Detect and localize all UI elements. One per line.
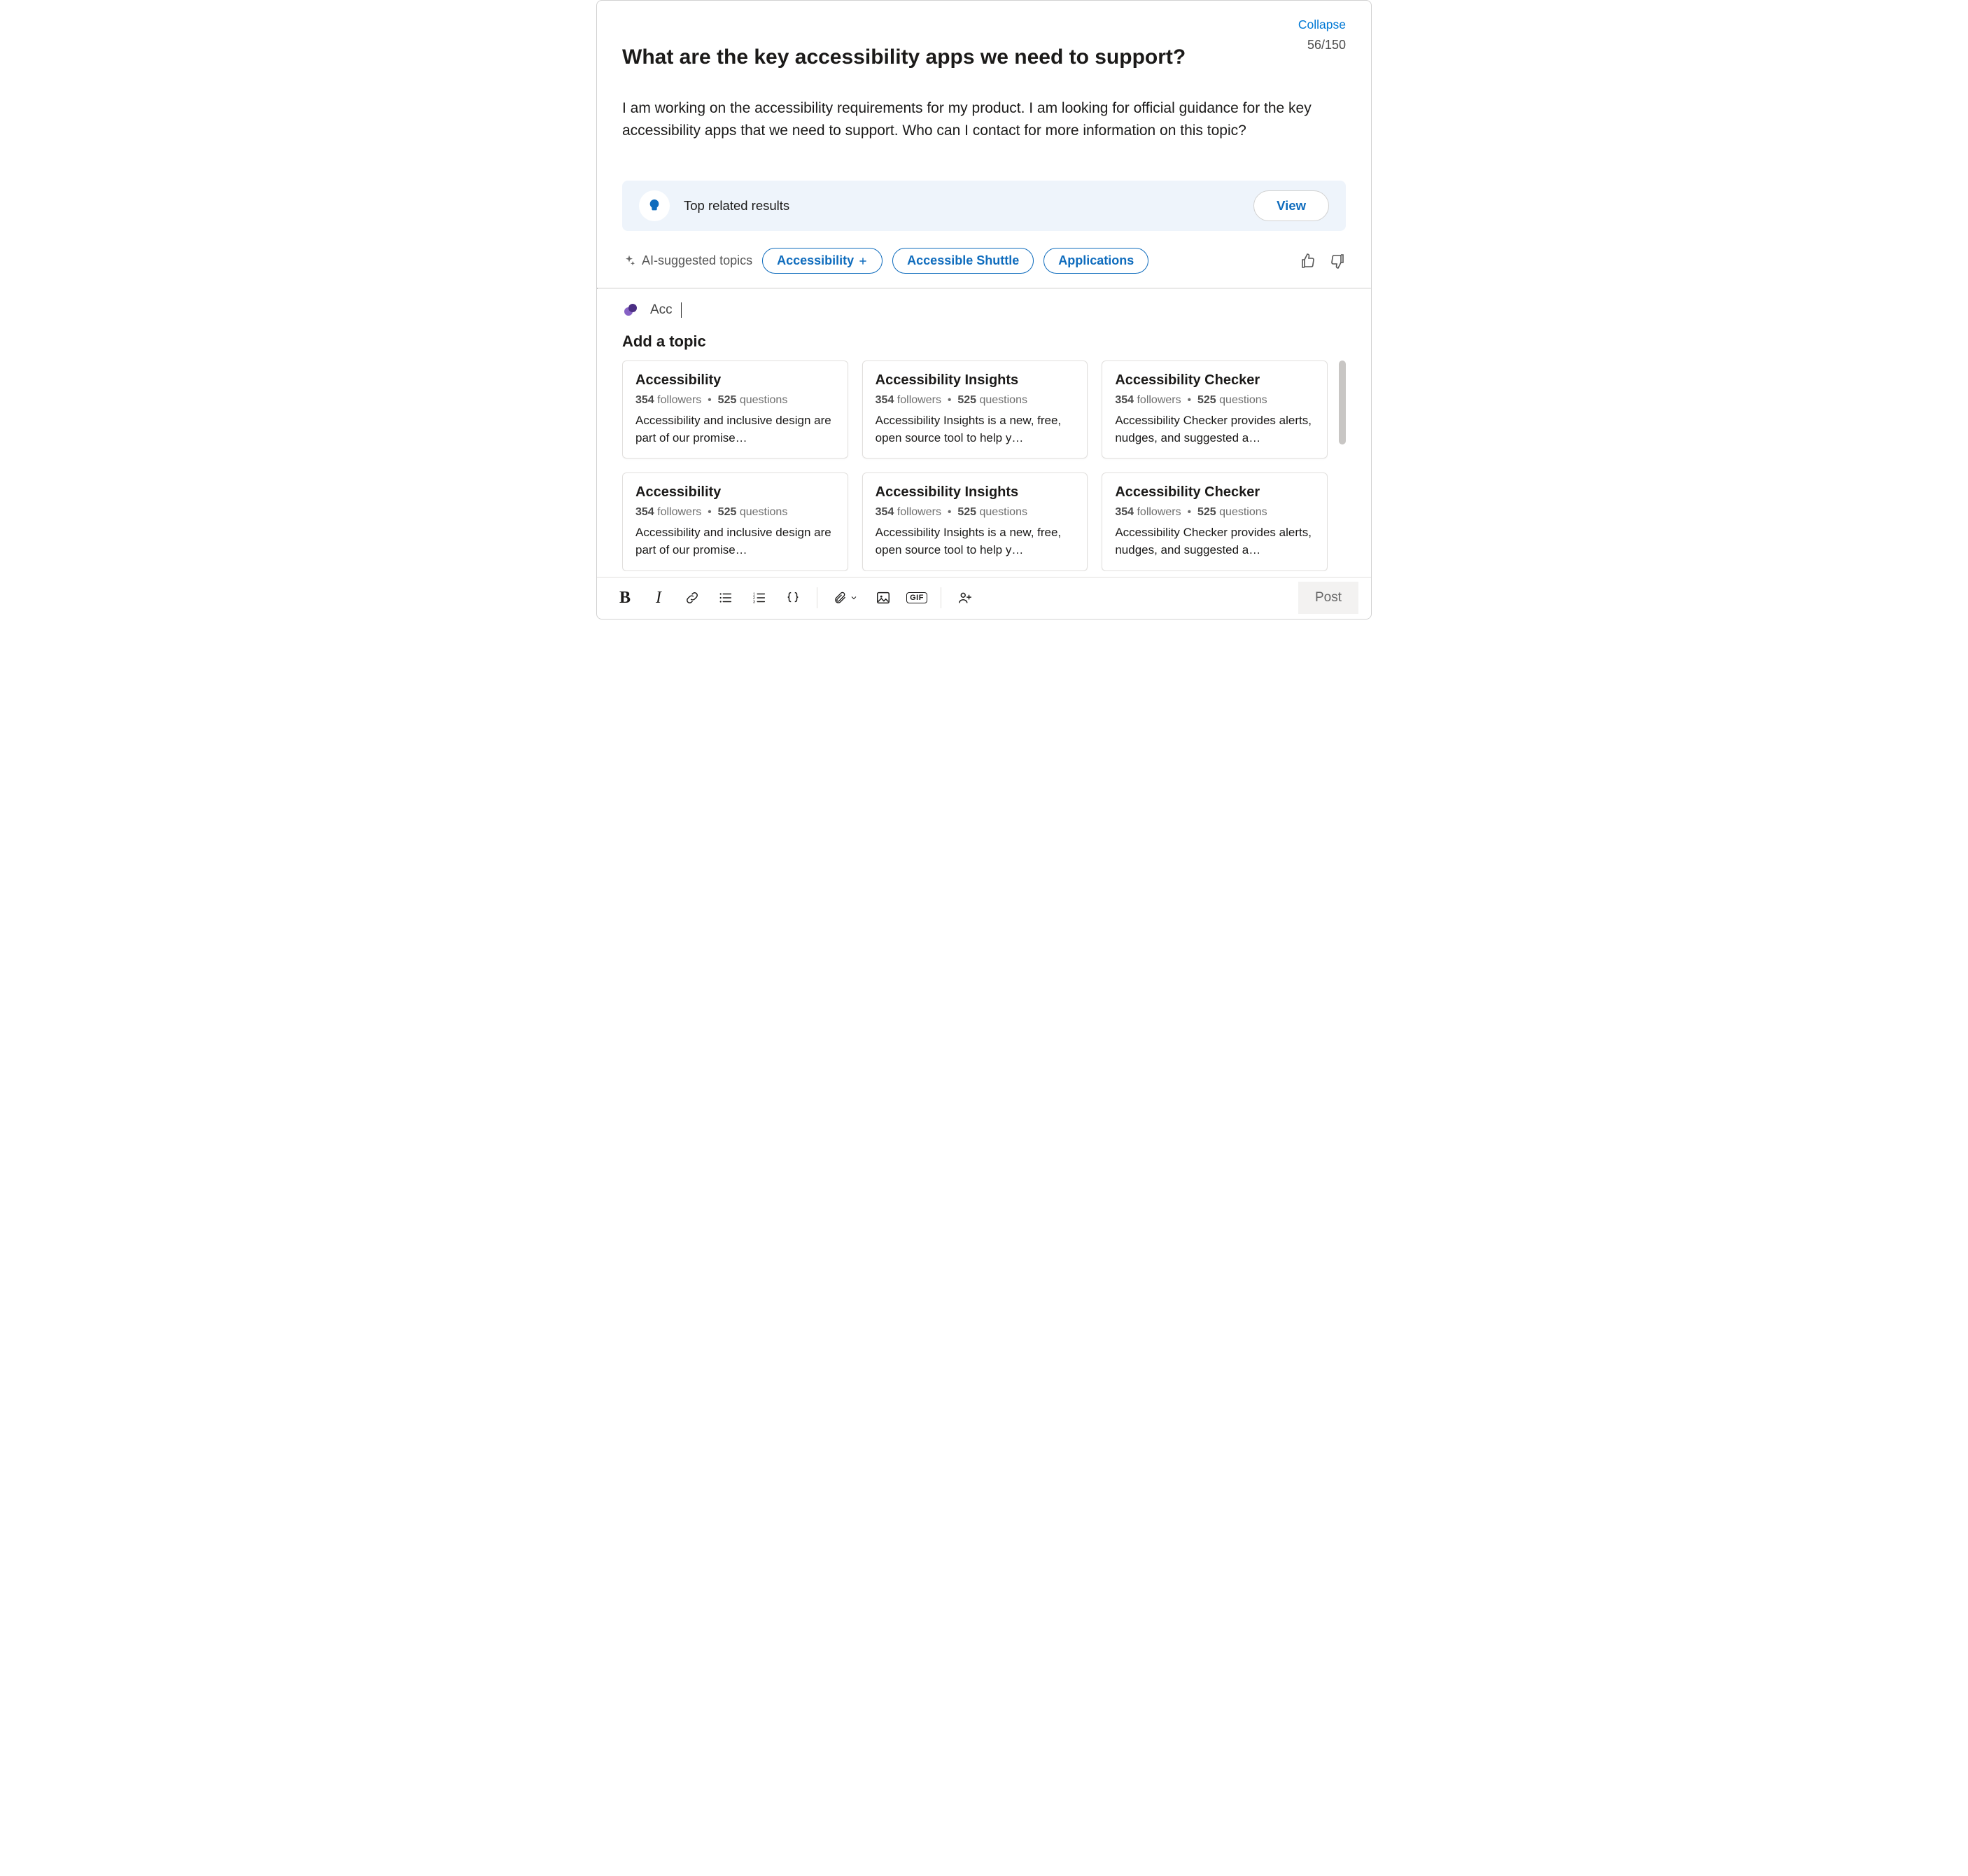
topic-card-meta: 354 followers • 525 questions: [635, 506, 835, 519]
lightbulb-icon: [639, 190, 670, 221]
code-button[interactable]: [778, 582, 808, 613]
link-icon: [684, 590, 700, 606]
header-area: Collapse 56/150 What are the key accessi…: [597, 1, 1371, 288]
paperclip-icon: [833, 591, 847, 605]
chevron-down-icon: [850, 594, 858, 602]
vertical-scrollbar[interactable]: [1336, 360, 1346, 571]
topic-card[interactable]: Accessibility Insights 354 followers • 52…: [862, 360, 1088, 458]
topic-card-description: Accessibility Checker provides alerts, n…: [1115, 412, 1314, 447]
italic-button[interactable]: I: [643, 582, 674, 613]
svg-text:3: 3: [753, 600, 755, 604]
topic-card-description: Accessibility Insights is a new, free, o…: [876, 524, 1075, 559]
attach-button[interactable]: [826, 582, 865, 613]
topic-card[interactable]: Accessibility Checker 354 followers • 525…: [1102, 472, 1328, 570]
topic-search-input[interactable]: Acc: [650, 302, 673, 318]
add-topic-heading: Add a topic: [622, 332, 1346, 351]
bullet-list-button[interactable]: [710, 582, 741, 613]
bullet-list-icon: [718, 590, 733, 606]
topic-card-meta: 354 followers • 525 questions: [876, 506, 1075, 519]
top-related-bar: Top related results View: [622, 181, 1346, 231]
topic-card-description: Accessibility Insights is a new, free, o…: [876, 412, 1075, 447]
thumbs-down-icon[interactable]: [1329, 253, 1346, 270]
bold-button[interactable]: B: [610, 582, 640, 613]
text-cursor: [681, 302, 682, 318]
ai-chip-accessibility[interactable]: Accessibility: [762, 248, 883, 274]
sparkle-icon: [622, 254, 636, 268]
topic-card[interactable]: Accessibility 354 followers • 525 questio…: [622, 472, 848, 570]
topic-card[interactable]: Accessibility Insights 354 followers • 52…: [862, 472, 1088, 570]
collapse-link[interactable]: Collapse: [1298, 18, 1346, 32]
topic-card-title: Accessibility Insights: [876, 372, 1075, 388]
topic-card-meta: 354 followers • 525 questions: [635, 394, 835, 407]
topic-card-meta: 354 followers • 525 questions: [1115, 394, 1314, 407]
thumbs-up-icon[interactable]: [1300, 253, 1316, 270]
compose-dialog: Collapse 56/150 What are the key accessi…: [596, 0, 1372, 620]
topic-card[interactable]: Accessibility Checker 354 followers • 525…: [1102, 360, 1328, 458]
topic-cards-grid: Accessibility 354 followers • 525 questio…: [622, 360, 1328, 571]
view-related-button[interactable]: View: [1253, 190, 1329, 221]
topic-card-meta: 354 followers • 525 questions: [1115, 506, 1314, 519]
code-braces-icon: [785, 590, 801, 606]
image-icon: [876, 590, 891, 606]
plus-icon: [858, 256, 868, 266]
scrollbar-thumb[interactable]: [1339, 360, 1346, 444]
ai-chip-applications[interactable]: Applications: [1043, 248, 1148, 274]
topic-card[interactable]: Accessibility 354 followers • 525 questio…: [622, 360, 848, 458]
top-related-label: Top related results: [684, 198, 789, 214]
topic-card-title: Accessibility Checker: [1115, 484, 1314, 500]
gif-icon: GIF: [906, 592, 927, 603]
topic-card-title: Accessibility: [635, 484, 835, 500]
community-icon: [622, 302, 639, 318]
ai-chip-accessible-shuttle[interactable]: Accessible Shuttle: [892, 248, 1034, 274]
topic-card-title: Accessibility Checker: [1115, 372, 1314, 388]
topic-card-description: Accessibility and inclusive design are p…: [635, 524, 835, 559]
topic-card-title: Accessibility Insights: [876, 484, 1075, 500]
image-button[interactable]: [868, 582, 899, 613]
topic-card-title: Accessibility: [635, 372, 835, 388]
mention-people-button[interactable]: [950, 582, 981, 613]
topic-card-meta: 354 followers • 525 questions: [876, 394, 1075, 407]
format-toolbar: B I 123 GIF Post: [597, 577, 1371, 619]
gif-button[interactable]: GIF: [901, 582, 932, 613]
topic-card-description: Accessibility Checker provides alerts, n…: [1115, 524, 1314, 559]
numbered-list-icon: 123: [752, 590, 767, 606]
ai-suggested-row: AI-suggested topics Accessibility Access…: [622, 248, 1346, 288]
post-button[interactable]: Post: [1298, 582, 1358, 614]
ai-suggested-label: AI-suggested topics: [622, 253, 752, 268]
people-add-icon: [957, 590, 973, 606]
topic-picker: Acc Add a topic Accessibility 354 followe…: [597, 289, 1371, 571]
topic-card-description: Accessibility and inclusive design are p…: [635, 412, 835, 447]
question-body[interactable]: I am working on the accessibility requir…: [622, 97, 1346, 141]
link-button[interactable]: [677, 582, 708, 613]
question-title[interactable]: What are the key accessibility apps we n…: [622, 46, 1346, 69]
numbered-list-button[interactable]: 123: [744, 582, 775, 613]
